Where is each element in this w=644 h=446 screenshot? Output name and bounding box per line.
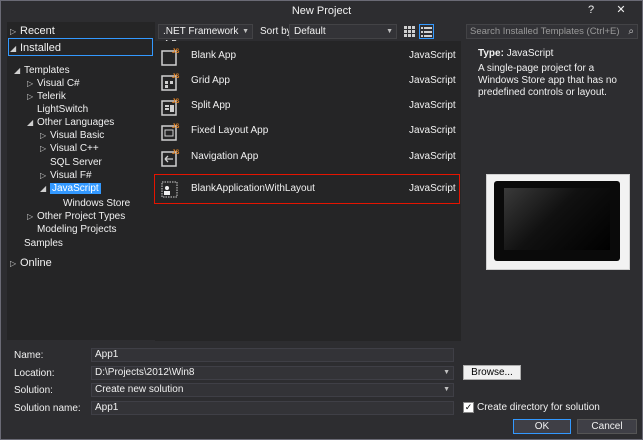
js-fixed-layout-icon: JS	[160, 122, 180, 142]
ok-button[interactable]: OK	[513, 419, 571, 434]
tree-item-visual-basic[interactable]: ▷ Visual Basic	[40, 129, 104, 142]
template-description: A single-page project for a Windows Stor…	[478, 63, 617, 98]
dialog-title: New Project	[291, 5, 352, 17]
tree-item-visual-csharp[interactable]: ▷ Visual C#	[27, 77, 80, 90]
help-button[interactable]: ?	[579, 2, 603, 18]
template-language: JavaScript	[409, 183, 456, 194]
chevron-down-icon[interactable]: ▼	[443, 384, 450, 396]
framework-dropdown[interactable]: .NET Framework 4.5▼	[158, 24, 253, 50]
template-language: JavaScript	[409, 75, 456, 86]
collapse-arrow-icon[interactable]: ◢	[10, 42, 20, 55]
solution-name-input[interactable]: App1	[91, 401, 454, 415]
name-label: Name:	[14, 350, 44, 361]
solution-label: Solution:	[14, 385, 53, 396]
custom-template-icon	[160, 179, 180, 199]
chevron-down-icon: ▼	[242, 28, 249, 35]
tree-item-lightswitch[interactable]: LightSwitch	[37, 103, 88, 116]
template-row[interactable]: JS Grid App JavaScript	[155, 70, 461, 94]
svg-text:JS: JS	[172, 74, 179, 80]
create-directory-checkbox[interactable]: ✓	[463, 402, 474, 413]
expand-arrow-icon[interactable]: ▷	[27, 210, 37, 223]
template-language: JavaScript	[409, 50, 456, 61]
collapse-arrow-icon[interactable]: ◢	[27, 116, 37, 129]
tree-item-visual-cpp[interactable]: ▷ Visual C++	[40, 142, 99, 155]
template-language: JavaScript	[409, 151, 456, 162]
template-language: JavaScript	[409, 125, 456, 136]
tree-item-javascript[interactable]: ◢ JavaScript	[40, 182, 101, 195]
svg-text:JS: JS	[172, 124, 179, 130]
browse-button[interactable]: Browse...	[463, 365, 521, 380]
tree-item-other-project-types[interactable]: ▷ Other Project Types	[27, 210, 125, 223]
expand-arrow-icon[interactable]: ▷	[27, 90, 37, 103]
js-navigation-app-icon: JS	[160, 148, 180, 168]
chevron-down-icon[interactable]: ▼	[443, 367, 450, 379]
close-button[interactable]: ✕	[605, 2, 637, 18]
template-row[interactable]: JS Blank App JavaScript	[155, 45, 461, 69]
title-bar: New Project ? ✕	[1, 1, 642, 21]
tree-item-telerik[interactable]: ▷ Telerik	[27, 90, 66, 103]
js-blank-app-icon: JS	[160, 47, 180, 67]
tree-item-online[interactable]: ▷ Online	[10, 257, 52, 270]
expand-arrow-icon[interactable]: ▷	[10, 257, 20, 270]
chevron-down-icon: ▼	[386, 28, 393, 35]
tree-item-installed[interactable]: ◢ Installed	[10, 42, 61, 55]
tree-item-windows-store[interactable]: Windows Store	[63, 197, 130, 210]
new-project-dialog: New Project ? ✕ ▷ Recent ◢ Installed ◢ Temp…	[0, 0, 643, 440]
expand-arrow-icon[interactable]: ▷	[27, 77, 37, 90]
search-icon[interactable]: ⌕	[628, 25, 634, 38]
template-preview-image	[486, 174, 630, 270]
list-view-icon[interactable]	[419, 24, 434, 39]
tree-item-other-languages[interactable]: ◢ Other Languages	[27, 116, 114, 129]
cancel-button[interactable]: Cancel	[577, 419, 637, 434]
solution-dropdown[interactable]: Create new solution ▼	[91, 383, 454, 397]
template-list: JS Blank App JavaScript JS Grid App Java…	[154, 41, 461, 341]
tree-item-recent[interactable]: ▷ Recent	[10, 25, 55, 38]
svg-text:JS: JS	[172, 99, 179, 105]
collapse-arrow-icon[interactable]: ◢	[40, 182, 50, 195]
tree-item-sql-server[interactable]: SQL Server	[50, 156, 102, 169]
tablet-device-icon	[494, 181, 620, 261]
expand-arrow-icon[interactable]: ▷	[40, 129, 50, 142]
medium-icons-view-icon[interactable]	[403, 25, 416, 38]
js-grid-app-icon: JS	[160, 72, 180, 92]
type-line: Type: JavaScript	[478, 48, 554, 59]
expand-arrow-icon[interactable]: ▷	[10, 25, 20, 38]
template-name: Fixed Layout App	[191, 125, 269, 136]
collapse-arrow-icon[interactable]: ◢	[14, 64, 24, 77]
template-row[interactable]: JS Fixed Layout App JavaScript	[155, 120, 461, 144]
project-name-input[interactable]: App1	[91, 348, 454, 362]
template-name: Split App	[191, 100, 231, 111]
template-name: Blank App	[191, 50, 237, 61]
tree-item-visual-fsharp[interactable]: ▷ Visual F#	[40, 169, 92, 182]
template-row-selected[interactable]: BlankApplicationWithLayout JavaScript	[154, 174, 460, 204]
tree-item-samples[interactable]: Samples	[24, 237, 63, 250]
location-label: Location:	[14, 368, 55, 379]
sort-dropdown[interactable]: Default ▼	[289, 24, 397, 39]
template-language: JavaScript	[409, 100, 456, 111]
solution-name-label: Solution name:	[14, 403, 81, 414]
svg-text:JS: JS	[172, 49, 179, 55]
tree-item-templates[interactable]: ◢ Templates	[14, 64, 70, 77]
js-split-app-icon: JS	[160, 97, 180, 117]
expand-arrow-icon[interactable]: ▷	[40, 142, 50, 155]
template-name: Navigation App	[191, 151, 259, 162]
template-name: Grid App	[191, 75, 230, 86]
template-tree: ▷ Recent ◢ Installed ◢ Templates ▷ Visual C#…	[7, 22, 155, 340]
location-combobox[interactable]: D:\Projects\2012\Win8 ▼	[91, 366, 454, 380]
tree-item-modeling-projects[interactable]: Modeling Projects	[37, 223, 116, 236]
template-row[interactable]: JS Split App JavaScript	[155, 95, 461, 119]
create-directory-label: Create directory for solution	[477, 402, 600, 413]
expand-arrow-icon[interactable]: ▷	[40, 169, 50, 182]
template-name: BlankApplicationWithLayout	[191, 183, 315, 194]
template-row[interactable]: JS Navigation App JavaScript	[155, 146, 461, 170]
svg-text:JS: JS	[172, 150, 179, 156]
search-templates-input[interactable]: Search Installed Templates (Ctrl+E) ⌕	[466, 24, 638, 39]
